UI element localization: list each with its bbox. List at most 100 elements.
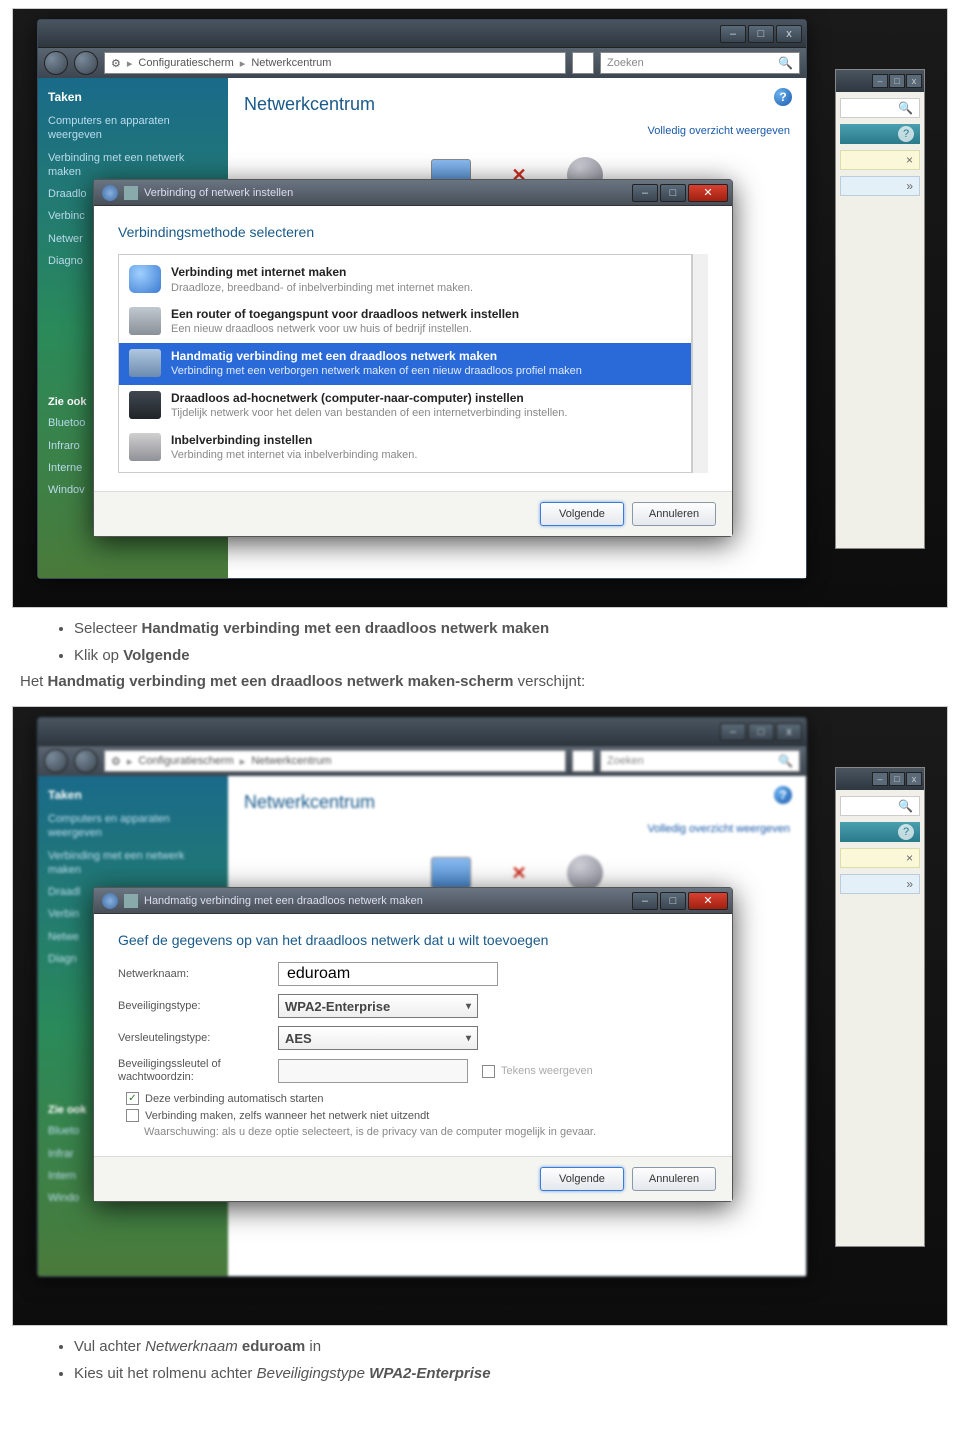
back-arrow-icon[interactable] (102, 185, 118, 201)
instructions-1: Selecteer Handmatig verbinding met een d… (20, 618, 940, 690)
show-chars-checkbox (482, 1065, 495, 1078)
globe-icon (567, 855, 603, 891)
instruction-item: Kies uit het rolmenu achter Beveiligings… (74, 1363, 940, 1386)
dialup-icon (129, 433, 161, 461)
folder-icon: ⚙ (111, 57, 121, 70)
secondary-window: – □ x 🔍 ? × » (835, 767, 925, 1247)
encryption-type-label: Versleutelingstype: (118, 1032, 278, 1044)
network-name-input[interactable] (278, 962, 498, 986)
method-option[interactable]: Een router of toegangspunt voor draadloo… (119, 301, 691, 343)
computer-icon (431, 857, 471, 889)
method-option-selected[interactable]: Handmatig verbinding met een draadloos n… (119, 343, 691, 385)
link-strip[interactable]: » (840, 874, 920, 894)
cancel-button[interactable]: Annuleren (632, 1167, 716, 1191)
forward-button[interactable] (74, 51, 98, 75)
maximize-button[interactable]: □ (660, 892, 686, 910)
sidebar-item[interactable]: Verbinding met een netwerk maken (48, 151, 218, 180)
internet-icon (129, 265, 161, 293)
search-input[interactable]: Zoeken 🔍 (600, 750, 800, 772)
show-chars-label: Tekens weergeven (501, 1065, 593, 1077)
dialog-heading: Geef de gegevens op van het draadloos ne… (118, 932, 708, 948)
sidebar-heading: Taken (48, 90, 218, 104)
titlebar: – □ x (38, 20, 806, 48)
maximize-icon[interactable]: □ (889, 772, 905, 786)
minimize-icon[interactable]: – (872, 772, 888, 786)
search-icon: 🔍 (898, 799, 913, 813)
instruction-item: Vul achter Netwerknaam eduroam in (74, 1336, 940, 1359)
method-option[interactable]: Inbelverbinding instellen Verbinding met… (119, 427, 691, 469)
help-icon[interactable]: ? (774, 88, 792, 106)
refresh-button[interactable] (572, 52, 594, 74)
maximize-button[interactable]: □ (748, 723, 774, 741)
back-arrow-icon[interactable] (102, 893, 118, 909)
maximize-button[interactable]: □ (660, 184, 686, 202)
link-strip[interactable]: » (840, 176, 920, 196)
method-option[interactable]: Verbinding met internet maken Draadloze,… (119, 259, 691, 301)
close-button[interactable]: ✕ (688, 184, 728, 202)
connection-method-dialog: Verbinding of netwerk instellen – □ ✕ Ve… (93, 179, 733, 537)
info-strip[interactable]: × (840, 150, 920, 170)
wireless-icon (129, 349, 161, 377)
security-key-input[interactable] (278, 1059, 468, 1083)
security-key-label: Beveiligingssleutel of wachtwoordzin: (118, 1058, 278, 1084)
search-input[interactable]: Zoeken 🔍 (600, 52, 800, 74)
chevron-down-icon: ▾ (466, 1033, 471, 1044)
breadcrumb[interactable]: ⚙ ▸ Configuratiescherm ▸ Netwerkcentrum (104, 52, 566, 74)
minimize-button[interactable]: – (720, 25, 746, 43)
security-type-label: Beveiligingstype: (118, 1000, 278, 1012)
method-option[interactable]: Draadloos ad-hocnetwerk (computer-naar-c… (119, 385, 691, 427)
instruction-line: Het Handmatig verbinding met een draadlo… (20, 673, 940, 690)
manual-wireless-dialog: Handmatig verbinding met een draadloos n… (93, 887, 733, 1202)
address-bar: ⚙ ▸ Configuratiescherm ▸ Netwerkcentrum … (38, 48, 806, 78)
sidebar-item[interactable]: Computers en apparaten weergeven (48, 114, 218, 143)
minimize-button[interactable]: – (632, 184, 658, 202)
refresh-button[interactable] (572, 750, 594, 772)
adhoc-icon (129, 391, 161, 419)
search-icon: 🔍 (898, 101, 913, 115)
maximize-button[interactable]: □ (748, 25, 774, 43)
search-icon: 🔍 (778, 754, 793, 768)
encryption-type-select[interactable]: AES ▾ (278, 1026, 478, 1050)
dialog-title: Verbinding of netwerk instellen (144, 187, 293, 199)
toolbar-strip: ? (840, 822, 920, 842)
auto-start-checkbox[interactable]: ✓ (126, 1092, 139, 1105)
minimize-icon[interactable]: – (872, 74, 888, 88)
disconnected-icon: ✕ (511, 863, 526, 884)
minimize-button[interactable]: – (632, 892, 658, 910)
close-button[interactable]: x (776, 723, 802, 741)
secondary-window: – □ x 🔍 ? × » (835, 69, 925, 549)
security-type-select[interactable]: WPA2-Enterprise ▾ (278, 994, 478, 1018)
cancel-button[interactable]: Annuleren (632, 502, 716, 526)
instructions-2: Vul achter Netwerknaam eduroam in Kies u… (20, 1336, 940, 1385)
instruction-item: Selecteer Handmatig verbinding met een d… (74, 618, 940, 641)
auto-start-label: Deze verbinding automatisch starten (145, 1093, 324, 1105)
method-list: Verbinding met internet maken Draadloze,… (118, 254, 692, 473)
router-icon (129, 307, 161, 335)
dialog-heading: Verbindingsmethode selecteren (118, 224, 708, 240)
next-button[interactable]: Volgende (540, 502, 624, 526)
connect-hidden-checkbox[interactable] (126, 1109, 139, 1122)
network-name-label: Netwerknaam: (118, 968, 278, 980)
next-button[interactable]: Volgende (540, 1167, 624, 1191)
close-button[interactable]: x (776, 25, 802, 43)
maximize-icon[interactable]: □ (889, 74, 905, 88)
close-icon[interactable]: x (906, 74, 922, 88)
connect-hidden-label: Verbinding maken, zelfs wanneer het netw… (145, 1110, 429, 1122)
close-button[interactable]: ✕ (688, 892, 728, 910)
privacy-warning: Waarschuwing: als u deze optie selecteer… (144, 1126, 708, 1138)
full-overview-link[interactable]: Volledig overzicht weergeven (244, 125, 790, 137)
minimize-button[interactable]: – (720, 723, 746, 741)
dialog-title: Handmatig verbinding met een draadloos n… (144, 895, 423, 907)
page-title: Netwerkcentrum (244, 94, 790, 115)
help-icon[interactable]: ? (774, 786, 792, 804)
toolbar-strip: ? (840, 124, 920, 144)
back-button[interactable] (44, 749, 68, 773)
instruction-item: Klik op Volgende (74, 645, 940, 668)
forward-button[interactable] (74, 749, 98, 773)
info-strip[interactable]: × (840, 848, 920, 868)
screenshot-1: – □ x 🔍 ? × » – □ x ⚙ ▸ Configuratiesche… (12, 8, 948, 608)
close-icon[interactable]: x (906, 772, 922, 786)
scrollbar[interactable] (692, 254, 708, 473)
breadcrumb[interactable]: ⚙▸ Configuratiescherm▸ Netwerkcentrum (104, 750, 566, 772)
back-button[interactable] (44, 51, 68, 75)
